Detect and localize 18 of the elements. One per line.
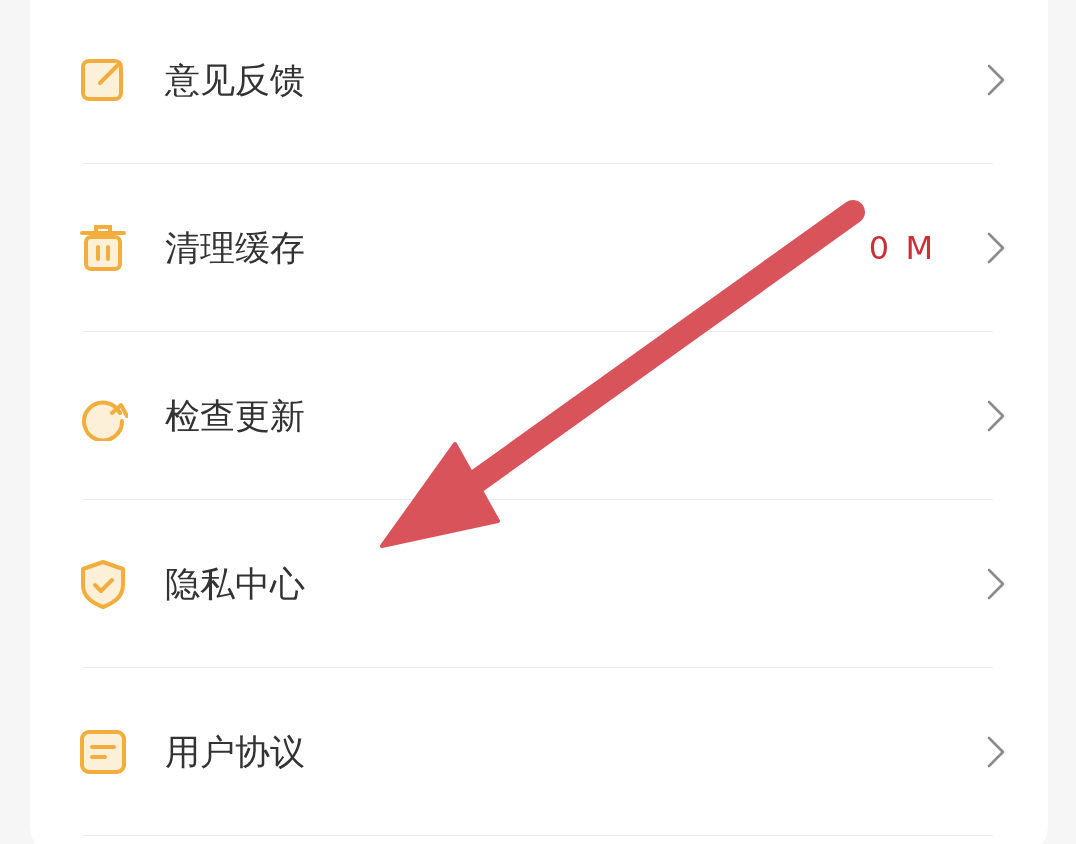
trash-icon <box>78 222 128 273</box>
cache-size: 0 M <box>868 228 936 267</box>
settings-item[interactable]: 用户协议 <box>30 668 1048 835</box>
shield-icon <box>78 558 128 609</box>
chevron-right-icon <box>986 230 1006 265</box>
chevron-right-icon <box>986 566 1006 601</box>
item-label: 清理缓存 <box>165 226 306 269</box>
settings-item[interactable]: 意见反馈 <box>30 0 1048 163</box>
chevron-right-icon <box>986 734 1006 769</box>
chevron-right-icon <box>986 398 1006 433</box>
item-label: 意见反馈 <box>165 58 306 101</box>
item-label: 用户协议 <box>165 730 306 773</box>
settings-item[interactable]: 清理缓存 0 M <box>30 164 1048 331</box>
chevron-right-icon <box>986 62 1006 97</box>
item-label: 检查更新 <box>165 394 306 437</box>
settings-item[interactable]: 隐私中心 <box>30 500 1048 667</box>
item-label: 隐私中心 <box>165 562 306 605</box>
settings-item[interactable]: 检查更新 <box>30 332 1048 499</box>
